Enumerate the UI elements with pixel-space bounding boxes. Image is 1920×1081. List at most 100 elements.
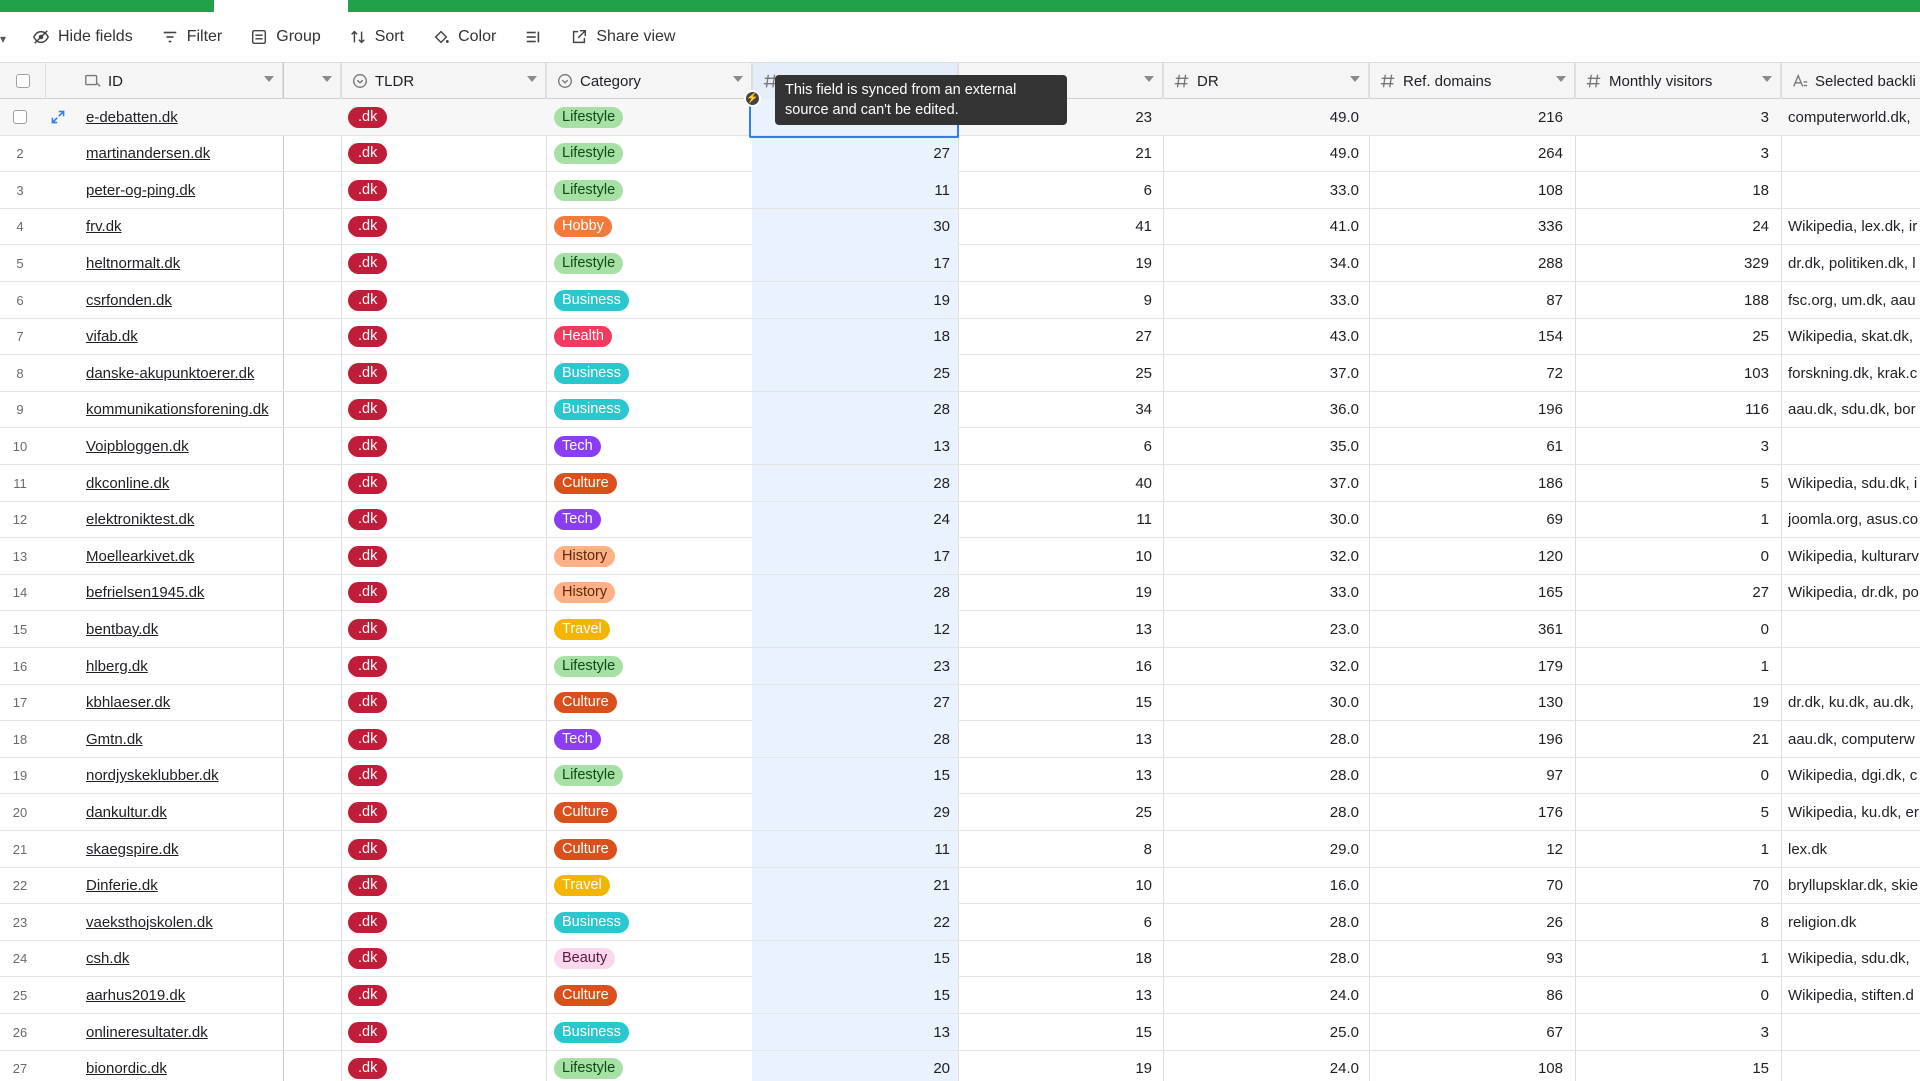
category-cell[interactable]: Lifestyle [554,136,752,172]
category-cell[interactable]: Business [554,1014,752,1050]
tldr-cell[interactable]: .dk [348,977,546,1013]
row-number[interactable]: 4 [0,209,46,245]
record-id-cell[interactable]: onlineresultater.dk [86,1014,282,1050]
selected-backlinks-cell[interactable]: aau.dk, computerw [1788,721,1920,757]
selected-backlinks-cell[interactable]: religion.dk [1788,904,1920,940]
tldr-cell[interactable]: .dk [348,575,546,611]
row-number[interactable]: 5 [0,245,46,281]
row-number[interactable]: 6 [0,282,46,318]
category-cell[interactable]: Travel [554,611,752,647]
record-link[interactable]: frv.dk [86,218,122,235]
selected-backlinks-cell[interactable]: Wikipedia, skat.dk, [1788,319,1920,355]
selected-backlinks-cell[interactable]: Wikipedia, ku.dk, er [1788,794,1920,830]
column-header-selected-backlinks[interactable]: Selected backli [1781,63,1920,99]
ref-domains-cell[interactable]: 93 [1369,941,1573,977]
tldr-cell[interactable]: .dk [348,355,546,391]
row-checkbox[interactable] [13,110,27,124]
table-row[interactable]: 19 nordjyskeklubber.dk .dk Lifestyle 15 13 28.… [0,757,1920,795]
record-id-cell[interactable]: bentbay.dk [86,611,282,647]
synced-number-cell[interactable]: 17 [752,538,958,575]
selected-backlinks-cell[interactable]: aau.dk, sdu.dk, bor [1788,392,1920,428]
selected-backlinks-cell[interactable]: Wikipedia, stiften.d [1788,977,1920,1013]
selected-backlinks-cell[interactable]: Wikipedia, dgi.dk, c [1788,758,1920,794]
monthly-visitors-cell[interactable]: 27 [1575,575,1779,611]
number-cell[interactable]: 8 [958,831,1162,867]
selected-backlinks-cell[interactable]: Wikipedia, dr.dk, po [1788,575,1920,611]
row-number[interactable]: 15 [0,611,46,647]
ref-domains-cell[interactable]: 216 [1369,99,1573,135]
dr-cell[interactable]: 25.0 [1163,1014,1367,1050]
number-cell[interactable]: 21 [958,136,1162,172]
selected-backlinks-cell[interactable]: dr.dk, ku.dk, au.dk, [1788,685,1920,721]
category-cell[interactable]: Lifestyle [554,99,752,135]
monthly-visitors-cell[interactable]: 0 [1575,758,1779,794]
row-number[interactable]: 23 [0,904,46,940]
number-cell[interactable]: 18 [958,941,1162,977]
dr-cell[interactable]: 35.0 [1163,428,1367,464]
record-link[interactable]: vaeksthojskolen.dk [86,914,213,931]
ref-domains-cell[interactable]: 154 [1369,319,1573,355]
record-id-cell[interactable]: kbhlaeser.dk [86,685,282,721]
record-id-cell[interactable]: martinandersen.dk [86,136,282,172]
category-cell[interactable]: Hobby [554,209,752,245]
record-id-cell[interactable]: kommunikationsforening.dk [86,392,282,428]
tldr-cell[interactable]: .dk [348,1051,546,1081]
number-cell[interactable]: 41 [958,209,1162,245]
row-number[interactable]: 8 [0,355,46,391]
table-row[interactable]: 18 Gmtn.dk .dk Tech 28 13 28.0 196 21 aau.dk, com… [0,721,1920,758]
tldr-cell[interactable]: .dk [348,794,546,830]
record-id-cell[interactable]: vifab.dk [86,319,282,355]
number-cell[interactable]: 9 [958,282,1162,318]
tldr-cell[interactable]: .dk [348,319,546,355]
dr-cell[interactable]: 34.0 [1163,245,1367,281]
category-cell[interactable]: Culture [554,977,752,1013]
number-cell[interactable]: 19 [958,575,1162,611]
selected-backlinks-cell[interactable]: forskning.dk, krak.c [1788,355,1920,391]
category-cell[interactable]: Business [554,355,752,391]
synced-number-cell[interactable]: 13 [752,1014,958,1050]
number-cell[interactable]: 25 [958,794,1162,830]
table-row[interactable]: 7 vifab.dk .dk Health 18 27 43.0 154 25 Wikipedia… [0,318,1920,356]
row-number[interactable]: 12 [0,502,46,538]
synced-number-cell[interactable]: 29 [752,794,958,831]
record-id-cell[interactable]: csrfonden.dk [86,282,282,318]
chevron-down-icon[interactable] [1762,76,1772,82]
number-cell[interactable]: 15 [958,685,1162,721]
number-cell[interactable]: 16 [958,648,1162,684]
monthly-visitors-cell[interactable]: 21 [1575,721,1779,757]
table-row[interactable]: 27 bionordic.dk .dk Lifestyle 20 19 24.0 108 15 [0,1050,1920,1081]
chevron-down-icon[interactable] [264,76,274,82]
row-number[interactable] [0,99,46,135]
record-id-cell[interactable]: skaegspire.dk [86,831,282,867]
tldr-cell[interactable]: .dk [348,831,546,867]
dr-cell[interactable]: 28.0 [1163,941,1367,977]
sort-button[interactable]: Sort [349,28,404,46]
synced-number-cell[interactable]: 15 [752,757,958,794]
selected-backlinks-cell[interactable]: fsc.org, um.dk, aau [1788,282,1920,318]
table-row[interactable]: 2 martinandersen.dk .dk Lifestyle 27 21 49.0 26… [0,135,1920,173]
record-link[interactable]: e-debatten.dk [86,109,178,126]
hide-fields-button[interactable]: Hide fields [32,28,133,46]
record-id-cell[interactable]: Dinferie.dk [86,868,282,904]
category-cell[interactable]: Business [554,282,752,318]
record-link[interactable]: vifab.dk [86,328,138,345]
selected-backlinks-cell[interactable]: Wikipedia, sdu.dk, [1788,941,1920,977]
synced-number-cell[interactable]: 15 [752,977,958,1014]
record-id-cell[interactable]: vaeksthojskolen.dk [86,904,282,940]
tldr-cell[interactable]: .dk [348,758,546,794]
record-link[interactable]: peter-og-ping.dk [86,182,195,199]
category-cell[interactable]: History [554,575,752,611]
chevron-down-icon[interactable] [733,76,743,82]
record-link[interactable]: heltnormalt.dk [86,255,180,272]
dr-cell[interactable]: 28.0 [1163,758,1367,794]
number-cell[interactable]: 11 [958,502,1162,538]
table-row[interactable]: 10 Voipbloggen.dk .dk Tech 13 6 35.0 61 3 [0,428,1920,465]
synced-number-cell[interactable]: 19 [752,282,958,318]
tldr-cell[interactable]: .dk [348,465,546,501]
selected-backlinks-cell[interactable]: computerworld.dk, [1788,99,1920,135]
number-cell[interactable]: 19 [958,245,1162,281]
category-cell[interactable]: Travel [554,868,752,904]
dr-cell[interactable]: 37.0 [1163,355,1367,391]
dr-cell[interactable]: 32.0 [1163,538,1367,574]
record-id-cell[interactable]: frv.dk [86,209,282,245]
